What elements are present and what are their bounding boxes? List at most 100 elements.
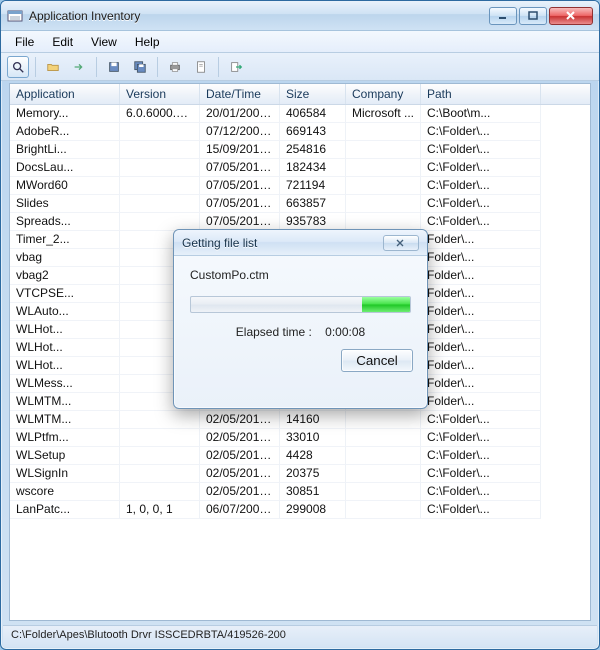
cell-app: VTCPSE... [10, 285, 120, 303]
cell-datetime: 07/12/2008... [200, 123, 280, 141]
cell-app: Slides [10, 195, 120, 213]
dialog-body: CustomPo.ctm Elapsed time : 0:00:08 [174, 256, 427, 349]
menu-edit[interactable]: Edit [44, 33, 81, 51]
table-row[interactable]: MWord6007/05/2010...721194C:\Folder\... [10, 177, 590, 195]
cell-datetime: 06/07/2007... [200, 501, 280, 519]
table-header: Application Version Date/Time Size Compa… [10, 84, 590, 105]
menu-view[interactable]: View [83, 33, 125, 51]
search-icon[interactable] [7, 56, 29, 78]
menu-file[interactable]: File [7, 33, 42, 51]
cell-path: Folder\... [421, 303, 541, 321]
table-row[interactable]: WLSignIn02/05/2010...20375C:\Folder\... [10, 465, 590, 483]
cell-path: C:\Folder\... [421, 465, 541, 483]
cell-company [346, 501, 421, 519]
cell-company [346, 159, 421, 177]
menu-help[interactable]: Help [127, 33, 168, 51]
cell-company [346, 123, 421, 141]
cell-app: wscore [10, 483, 120, 501]
cell-datetime: 02/05/2010... [200, 447, 280, 465]
table-row[interactable]: BrightLi... 15/09/2010...254816 C:\Folder\… [10, 141, 590, 159]
col-company[interactable]: Company [346, 84, 421, 104]
table-row[interactable]: Slides 07/05/2010...663857 C:\Folder\... [10, 195, 590, 213]
cell-path: C:\Folder\... [421, 447, 541, 465]
cell-size: 406584 [280, 105, 346, 123]
cell-version [120, 141, 200, 159]
table-row[interactable]: WLPtfm...02/05/2010...33010C:\Folder\... [10, 429, 590, 447]
col-size[interactable]: Size [280, 84, 346, 104]
cell-app: AdobeR... [10, 123, 120, 141]
cell-version [120, 159, 200, 177]
cell-version [120, 411, 200, 429]
titlebar[interactable]: Application Inventory [1, 1, 599, 31]
arrow-right-icon[interactable] [68, 56, 90, 78]
toolbar-divider [35, 57, 36, 77]
cell-path: C:\Folder\... [421, 177, 541, 195]
window-controls [487, 7, 593, 25]
cell-app: WLMTM... [10, 393, 120, 411]
table-row[interactable]: WLMTM...02/05/2010...14160C:\Folder\... [10, 411, 590, 429]
page-icon[interactable] [190, 56, 212, 78]
cell-path: C:\Folder\... [421, 123, 541, 141]
print-icon[interactable] [164, 56, 186, 78]
close-button[interactable] [549, 7, 593, 25]
cell-company [346, 195, 421, 213]
cell-company [346, 429, 421, 447]
cell-app: WLHot... [10, 321, 120, 339]
minimize-button[interactable] [489, 7, 517, 25]
cell-app: BrightLi... [10, 141, 120, 159]
cell-version [120, 195, 200, 213]
cell-version [120, 483, 200, 501]
cell-size: 33010 [280, 429, 346, 447]
table-row[interactable]: Memory...6.0.6000.16...20/01/2008...4065… [10, 105, 590, 123]
window-title: Application Inventory [29, 9, 487, 23]
save-all-icon[interactable] [129, 56, 151, 78]
cell-path: Folder\... [421, 285, 541, 303]
cell-size: 663857 [280, 195, 346, 213]
cell-datetime: 20/01/2008... [200, 105, 280, 123]
col-application[interactable]: Application [10, 84, 120, 104]
table-row[interactable]: DocsLau...07/05/2010...182434C:\Folder\.… [10, 159, 590, 177]
cell-app: WLPtfm... [10, 429, 120, 447]
cell-version [120, 429, 200, 447]
dialog-close-button[interactable] [383, 235, 419, 251]
col-datetime[interactable]: Date/Time [200, 84, 280, 104]
cell-app: WLSignIn [10, 465, 120, 483]
col-path[interactable]: Path [421, 84, 541, 104]
cell-path: Folder\... [421, 357, 541, 375]
save-icon[interactable] [103, 56, 125, 78]
cell-company [346, 483, 421, 501]
cell-path: C:\Folder\... [421, 159, 541, 177]
progress-dialog: Getting file list CustomPo.ctm Elapsed t… [173, 229, 428, 409]
cell-datetime: 15/09/2010... [200, 141, 280, 159]
cell-app: vbag2 [10, 267, 120, 285]
elapsed-value: 0:00:08 [325, 325, 365, 339]
progress-fill [362, 297, 410, 312]
cell-path: C:\Folder\... [421, 501, 541, 519]
cell-path: C:\Folder\... [421, 195, 541, 213]
cell-path: C:\Folder\... [421, 141, 541, 159]
cell-size: 254816 [280, 141, 346, 159]
cell-size: 182434 [280, 159, 346, 177]
table-row[interactable]: LanPatc...1, 0, 0, 106/07/2007...299008C… [10, 501, 590, 519]
cell-size: 30851 [280, 483, 346, 501]
exit-icon[interactable] [225, 56, 247, 78]
cell-datetime: 02/05/2010... [200, 411, 280, 429]
cell-app: Spreads... [10, 213, 120, 231]
cell-path: Folder\... [421, 375, 541, 393]
maximize-button[interactable] [519, 7, 547, 25]
cell-app: WLHot... [10, 339, 120, 357]
cell-app: LanPatc... [10, 501, 120, 519]
cell-company: Microsoft ... [346, 105, 421, 123]
table-row[interactable]: AdobeR...07/12/2008...669143C:\Folder\..… [10, 123, 590, 141]
folder-icon[interactable] [42, 56, 64, 78]
dialog-titlebar[interactable]: Getting file list [174, 230, 427, 256]
col-version[interactable]: Version [120, 84, 200, 104]
cell-size: 20375 [280, 465, 346, 483]
cell-app: Timer_2... [10, 231, 120, 249]
cell-company [346, 465, 421, 483]
cancel-button[interactable]: Cancel [341, 349, 413, 372]
cell-datetime: 07/05/2010... [200, 195, 280, 213]
table-row[interactable]: WLSetup02/05/2010...4428C:\Folder\... [10, 447, 590, 465]
dialog-actions: Cancel [174, 349, 427, 384]
table-row[interactable]: wscore02/05/2010...30851C:\Folder\... [10, 483, 590, 501]
